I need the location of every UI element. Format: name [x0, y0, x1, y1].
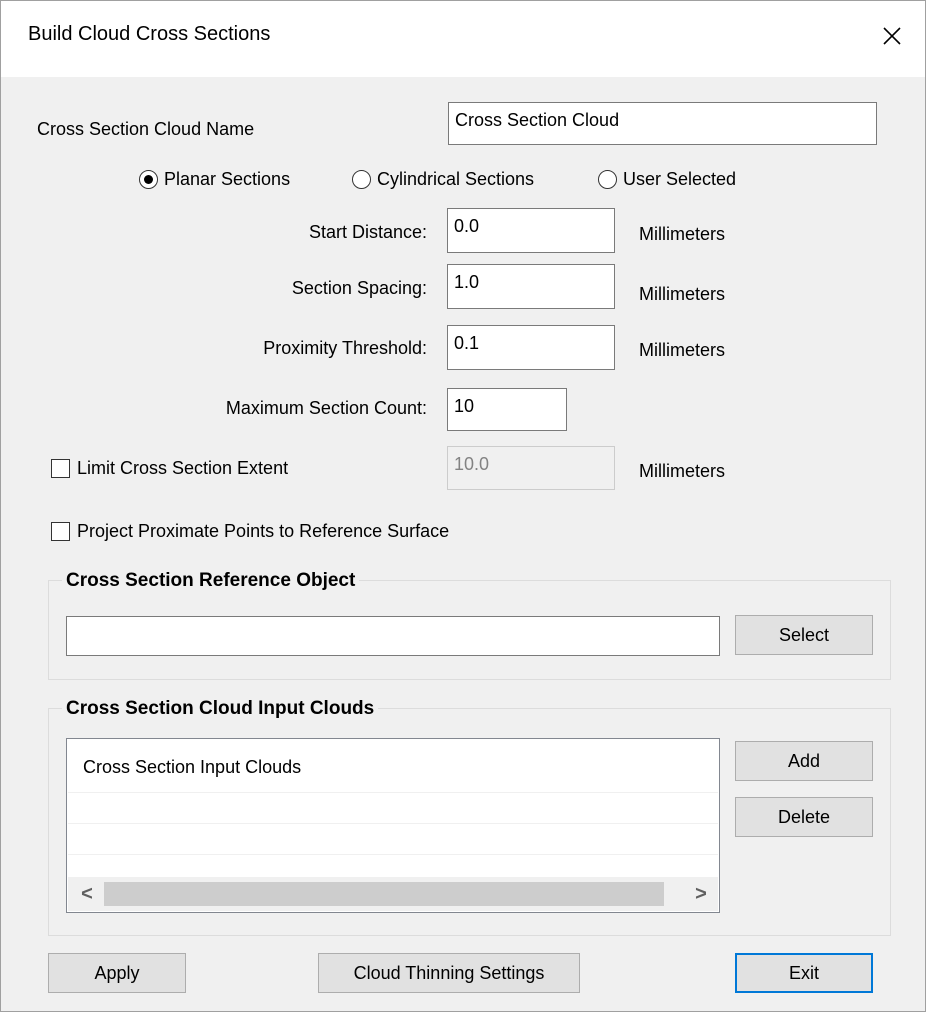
- cloud-thinning-settings-button[interactable]: Cloud Thinning Settings: [318, 953, 580, 993]
- scroll-left-arrow-icon[interactable]: <: [70, 877, 104, 911]
- limit-extent-checkbox[interactable]: Limit Cross Section Extent: [51, 458, 288, 479]
- cloud-name-label: Cross Section Cloud Name: [37, 119, 255, 139]
- delete-button[interactable]: Delete: [735, 797, 873, 837]
- list-empty-row: [68, 824, 718, 855]
- start-distance-input[interactable]: 0.0: [447, 208, 615, 253]
- scroll-right-arrow-icon[interactable]: >: [684, 877, 718, 911]
- window-title: Build Cloud Cross Sections: [28, 23, 271, 45]
- apply-button[interactable]: Apply: [48, 953, 186, 993]
- proximity-threshold-unit: Millimeters: [639, 340, 726, 360]
- max-section-count-label: Maximum Section Count:: [225, 398, 427, 418]
- radio-cylindrical-sections[interactable]: Cylindrical Sections: [352, 169, 534, 190]
- input-clouds-list[interactable]: Cross Section Input Clouds < >: [66, 738, 720, 913]
- list-item[interactable]: Cross Section Input Clouds: [68, 740, 718, 793]
- checkbox-box: [51, 522, 70, 541]
- project-points-label: Project Proximate Points to Reference Su…: [77, 521, 450, 541]
- section-spacing-unit: Millimeters: [639, 284, 726, 304]
- close-icon: [883, 27, 901, 45]
- reference-object-input[interactable]: [66, 616, 720, 656]
- radio-planar-sections[interactable]: Planar Sections: [139, 169, 290, 190]
- project-points-checkbox[interactable]: Project Proximate Points to Reference Su…: [51, 521, 449, 542]
- start-distance-unit: Millimeters: [639, 224, 726, 244]
- checkbox-box: [51, 459, 70, 478]
- exit-button[interactable]: Exit: [735, 953, 873, 993]
- proximity-threshold-label: Proximity Threshold:: [263, 338, 427, 358]
- limit-extent-label: Limit Cross Section Extent: [77, 458, 289, 478]
- input-clouds-title: Cross Section Cloud Input Clouds: [62, 698, 379, 720]
- limit-extent-unit: Millimeters: [639, 461, 726, 481]
- close-button[interactable]: [865, 11, 919, 61]
- section-spacing-label: Section Spacing:: [291, 278, 427, 298]
- radio-planar-label: Planar Sections: [164, 169, 291, 189]
- build-cloud-cross-sections-dialog: Build Cloud Cross Sections Cross Section…: [0, 0, 926, 1012]
- scrollbar-thumb[interactable]: [104, 882, 664, 906]
- radio-indicator: [352, 170, 371, 189]
- radio-cylindrical-label: Cylindrical Sections: [377, 169, 535, 189]
- title-bar: Build Cloud Cross Sections: [1, 1, 925, 77]
- start-distance-label: Start Distance:: [308, 222, 427, 242]
- radio-indicator: [598, 170, 617, 189]
- limit-extent-input: 10.0: [447, 446, 615, 490]
- section-spacing-input[interactable]: 1.0: [447, 264, 615, 309]
- list-empty-row: [68, 793, 718, 824]
- select-button[interactable]: Select: [735, 615, 873, 655]
- radio-user-selected[interactable]: User Selected: [598, 169, 736, 190]
- max-section-count-input[interactable]: 10: [447, 388, 567, 431]
- cloud-name-input[interactable]: Cross Section Cloud: [448, 102, 877, 145]
- reference-object-title: Cross Section Reference Object: [62, 570, 360, 592]
- horizontal-scrollbar[interactable]: < >: [68, 877, 718, 911]
- radio-indicator: [139, 170, 158, 189]
- proximity-threshold-input[interactable]: 0.1: [447, 325, 615, 370]
- add-button[interactable]: Add: [735, 741, 873, 781]
- radio-user-selected-label: User Selected: [623, 169, 737, 189]
